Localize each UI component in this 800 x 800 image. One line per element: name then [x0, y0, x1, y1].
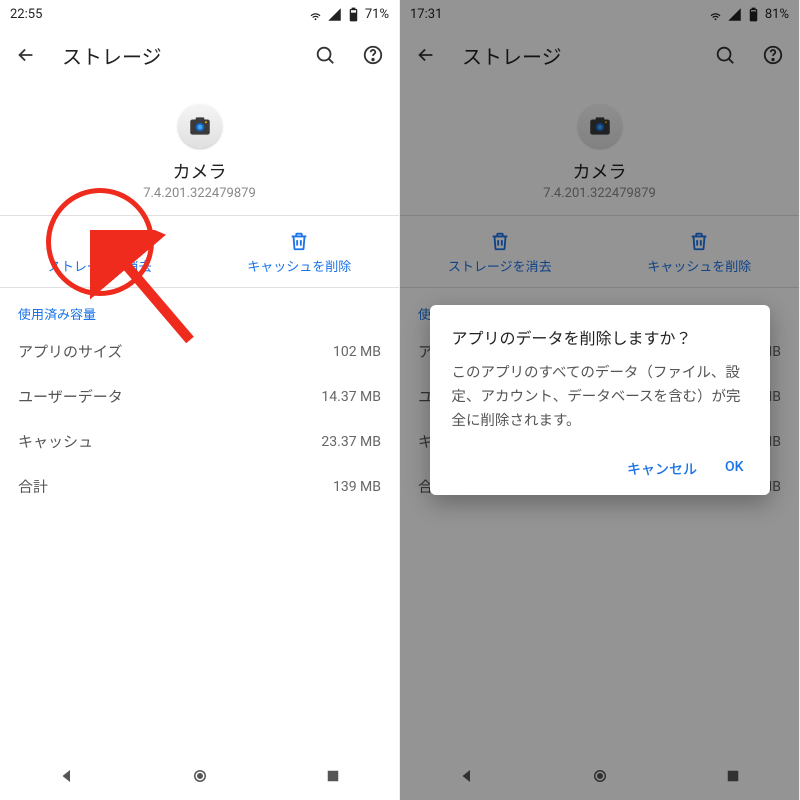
toolbar: ストレージ [0, 28, 399, 82]
back-icon[interactable] [14, 43, 38, 67]
nav-back-icon[interactable] [58, 767, 76, 785]
clear-storage-label: ストレージを消去 [48, 256, 152, 275]
row-app-size: アプリのサイズ 102 MB [0, 329, 399, 374]
status-right: 71% [308, 7, 389, 22]
dialog-scrim[interactable]: アプリのデータを削除しますか？ このアプリのすべてのデータ（ファイル、設定、アカ… [400, 0, 799, 800]
trash-icon [89, 230, 111, 252]
confirm-dialog: アプリのデータを削除しますか？ このアプリのすべてのデータ（ファイル、設定、アカ… [430, 305, 770, 495]
ok-button[interactable]: OK [725, 459, 744, 479]
status-bar: 22:55 71% [0, 0, 399, 28]
nav-recent-icon[interactable] [324, 767, 342, 785]
screen-right: 17:31 81% ストレージ カメラ 7.4.201.322479879 スト [400, 0, 800, 800]
row-label: アプリのサイズ [18, 341, 123, 362]
app-name: カメラ [173, 158, 227, 184]
status-time: 22:55 [10, 7, 42, 22]
cancel-button[interactable]: キャンセル [627, 459, 697, 479]
clear-cache-label: キャッシュを削除 [247, 256, 351, 275]
row-cache: キャッシュ 23.37 MB [0, 419, 399, 464]
clear-cache-button[interactable]: キャッシュを削除 [200, 216, 400, 287]
row-value: 139 MB [333, 479, 381, 495]
row-user-data: ユーザーデータ 14.37 MB [0, 374, 399, 419]
app-icon [178, 104, 222, 148]
signal-icon [327, 7, 342, 22]
actions-row: ストレージを消去 キャッシュを削除 [0, 216, 399, 287]
row-label: ユーザーデータ [18, 386, 123, 407]
help-icon[interactable] [361, 43, 385, 67]
status-battery: 71% [365, 7, 389, 22]
row-total: 合計 139 MB [0, 464, 399, 509]
row-label: キャッシュ [18, 431, 93, 452]
system-navbar [0, 756, 399, 800]
wifi-icon [308, 7, 323, 22]
app-version: 7.4.201.322479879 [143, 186, 256, 201]
section-label: 使用済み容量 [0, 288, 399, 329]
search-icon[interactable] [313, 43, 337, 67]
clear-storage-button[interactable]: ストレージを消去 [0, 216, 200, 287]
trash-icon [288, 230, 310, 252]
app-header: カメラ 7.4.201.322479879 [0, 82, 399, 215]
dialog-actions: キャンセル OK [452, 453, 748, 485]
row-value: 102 MB [333, 344, 381, 360]
row-value: 14.37 MB [321, 389, 381, 405]
page-title: ストレージ [62, 41, 289, 70]
screen-left: 22:55 71% ストレージ カメラ 7.4.201.322479879 スト [0, 0, 400, 800]
row-label: 合計 [18, 476, 48, 497]
nav-home-icon[interactable] [191, 767, 209, 785]
battery-icon [346, 7, 361, 22]
dialog-body: このアプリのすべてのデータ（ファイル、設定、アカウント、データベースを含む）が完… [452, 361, 748, 433]
dialog-title: アプリのデータを削除しますか？ [452, 325, 748, 349]
row-value: 23.37 MB [321, 434, 381, 450]
